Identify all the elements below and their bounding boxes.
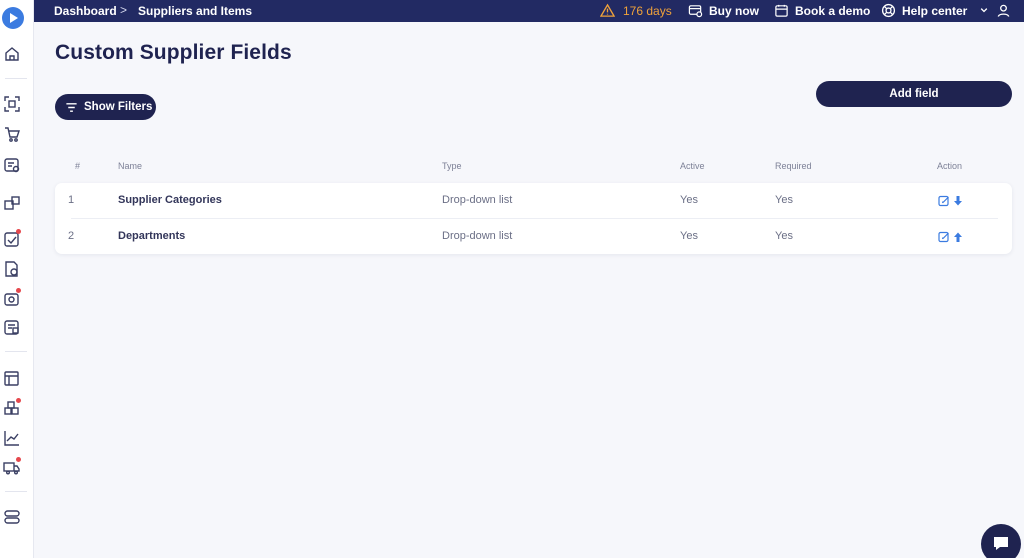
column-header-number: # (75, 161, 81, 171)
row-active: Yes (680, 230, 698, 242)
add-field-button[interactable]: Add field (816, 81, 1012, 107)
calendar-icon (774, 3, 789, 18)
invoices-icon[interactable] (3, 260, 21, 278)
breadcrumb-dashboard[interactable]: Dashboard (54, 4, 117, 18)
fields-table: 1 Supplier Categories Drop-down list Yes… (55, 183, 1012, 254)
move-down-icon[interactable] (953, 195, 963, 207)
row-required: Yes (775, 230, 793, 242)
notification-dot (16, 288, 21, 293)
row-number: 2 (68, 230, 75, 242)
buy-now-link[interactable]: Buy now (709, 4, 759, 18)
help-lifebuoy-icon (881, 3, 896, 18)
chevron-down-icon[interactable] (979, 3, 989, 18)
cart-icon[interactable] (3, 125, 21, 143)
notification-dot (16, 457, 21, 462)
home-icon[interactable] (3, 45, 21, 63)
warning-icon (600, 3, 615, 18)
filter-icon (66, 102, 77, 112)
help-center-link[interactable]: Help center (902, 4, 967, 18)
app-logo-icon[interactable] (2, 7, 24, 29)
inventory-icon[interactable] (3, 398, 21, 417)
show-filters-button[interactable]: Show Filters (55, 94, 156, 120)
trial-days-remaining[interactable]: 176 days (623, 4, 672, 18)
chat-support-button[interactable] (981, 524, 1021, 558)
scan-icon[interactable] (3, 95, 21, 113)
breadcrumb-current: Suppliers and Items (138, 4, 253, 18)
settings-toggle-icon[interactable] (3, 508, 21, 526)
payments-icon[interactable] (3, 288, 21, 307)
approvals-icon[interactable] (3, 229, 21, 248)
sidebar-divider (5, 78, 27, 79)
row-divider (71, 218, 998, 219)
page-title: Custom Supplier Fields (55, 41, 292, 64)
contracts-icon[interactable] (3, 318, 21, 336)
chat-icon (994, 537, 1008, 550)
top-bar: Dashboard > Suppliers and Items 176 days… (34, 0, 1024, 22)
notification-dot (16, 229, 21, 234)
sidebar-divider (5, 491, 27, 492)
row-name: Departments (118, 230, 186, 242)
edit-icon[interactable] (938, 195, 950, 207)
show-filters-label: Show Filters (84, 101, 153, 113)
row-active: Yes (680, 194, 698, 206)
row-name: Supplier Categories (118, 194, 222, 206)
breadcrumb-separator: > (120, 3, 128, 17)
suppliers-icon[interactable] (3, 194, 21, 212)
sidebar-divider (5, 351, 27, 352)
move-up-icon[interactable] (953, 231, 963, 243)
edit-icon[interactable] (938, 231, 950, 243)
user-profile-icon[interactable] (996, 3, 1011, 18)
column-header-name: Name (118, 161, 143, 171)
row-number: 1 (68, 194, 75, 206)
book-demo-link[interactable]: Book a demo (795, 4, 870, 18)
column-header-type: Type (442, 161, 462, 171)
sidebar (0, 0, 34, 558)
column-header-action: Action (937, 161, 963, 171)
row-type: Drop-down list (442, 230, 513, 242)
delivery-icon[interactable] (3, 457, 21, 476)
column-header-required: Required (775, 161, 812, 171)
column-header-active: Active (680, 161, 705, 171)
analytics-icon[interactable] (3, 429, 21, 447)
budget-icon[interactable] (3, 369, 21, 387)
row-type: Drop-down list (442, 194, 513, 206)
notification-dot (16, 398, 21, 403)
row-required: Yes (775, 194, 793, 206)
requests-icon[interactable] (3, 156, 21, 174)
buy-now-icon (688, 3, 703, 18)
